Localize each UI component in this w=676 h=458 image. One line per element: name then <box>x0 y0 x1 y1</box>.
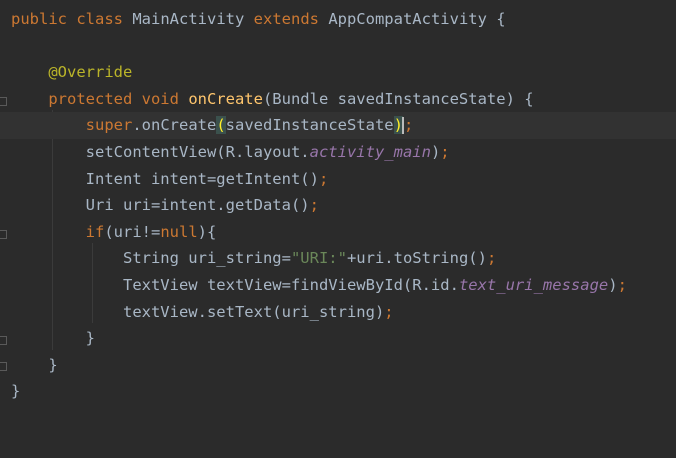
class-name: MainActivity <box>132 10 254 28</box>
code-line[interactable]: } <box>0 325 676 352</box>
code-text: } <box>11 382 21 401</box>
code-text: .onCreate <box>132 116 217 135</box>
keyword: super <box>85 116 133 135</box>
static-field: text_uri_message <box>458 276 609 294</box>
keyword: protected void <box>48 89 189 108</box>
semicolon: ; <box>617 276 627 294</box>
code-line[interactable]: protected void onCreate(Bundle savedInst… <box>0 86 676 113</box>
semicolon: ; <box>309 196 319 215</box>
code-line[interactable]: textView.setText(uri_string); <box>0 299 676 326</box>
code-text: (uri!= <box>104 222 161 241</box>
keyword: if <box>85 222 105 241</box>
code-text: ){ <box>197 222 217 241</box>
code-line[interactable]: Intent intent=getIntent(); <box>0 166 676 193</box>
code-text: +uri.toString() <box>346 249 487 268</box>
semicolon: ; <box>318 169 329 188</box>
static-field: activity_main <box>309 143 431 161</box>
semicolon: ; <box>486 249 497 268</box>
annotation: @Override <box>48 63 133 82</box>
code-line[interactable]: setContentView(R.layout.activity_main); <box>0 139 676 166</box>
semicolon: ; <box>384 302 394 321</box>
method-name: onCreate <box>188 89 263 108</box>
code-text: Intent intent=getIntent() <box>11 169 319 188</box>
code-text: ) <box>430 143 441 161</box>
code-line[interactable]: Uri uri=intent.getData(); <box>0 192 676 219</box>
code-text: textView.setText(uri_string) <box>11 302 385 321</box>
code-text: savedInstanceState <box>225 116 394 135</box>
code-line[interactable]: TextView textView=findViewById(R.id.text… <box>0 272 676 299</box>
code-text: TextView textView=findViewById(R.id. <box>11 276 459 294</box>
matched-brace: ( <box>216 116 226 135</box>
code-line[interactable]: @Override <box>0 59 676 86</box>
semicolon: ; <box>440 143 450 161</box>
code-line[interactable]: } <box>0 352 676 379</box>
code-text: ) <box>608 276 618 294</box>
code-line-current[interactable]: super.onCreate(savedInstanceState); <box>0 112 676 139</box>
code-text: String uri_string= <box>11 249 291 268</box>
code-editor[interactable]: public class MainActivity extends AppCom… <box>0 0 676 404</box>
semicolon: ; <box>404 116 414 135</box>
keyword: null <box>160 222 198 241</box>
keyword: extends <box>253 10 329 28</box>
code-text: (Bundle savedInstanceState) { <box>262 89 534 108</box>
code-text: AppCompatActivity { <box>328 10 506 28</box>
keyword: public class <box>11 10 133 28</box>
code-line[interactable] <box>0 33 676 60</box>
code-line[interactable]: String uri_string="URI:"+uri.toString(); <box>0 245 676 272</box>
code-line[interactable]: if(uri!=null){ <box>0 219 676 246</box>
code-text: setContentView(R.layout. <box>11 143 310 161</box>
code-line[interactable]: } <box>0 378 676 405</box>
code-text: Uri uri=intent.getData() <box>11 196 310 215</box>
string-literal: "URI:" <box>290 249 347 268</box>
code-line[interactable]: public class MainActivity extends AppCom… <box>0 6 676 33</box>
code-text: } <box>11 329 95 348</box>
code-text: } <box>11 355 58 374</box>
